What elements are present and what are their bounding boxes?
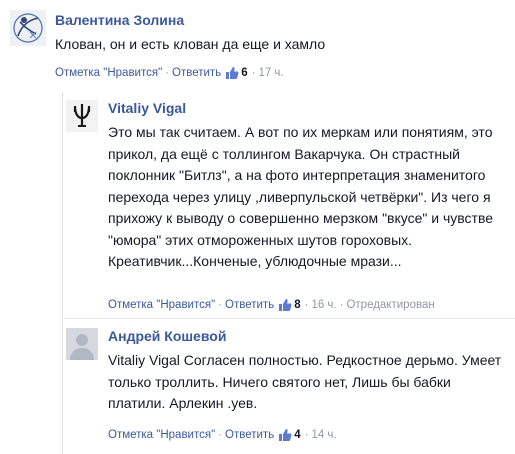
thumbs-up-icon[interactable] [278, 298, 292, 312]
like-link[interactable]: Отметка "Нравится" [108, 299, 215, 311]
trident-avatar-icon [66, 100, 98, 132]
separator-dot: · [304, 299, 309, 311]
timestamp[interactable]: 16 ч. [311, 299, 336, 311]
reply-link[interactable]: Ответить [172, 67, 221, 79]
reply-link[interactable]: Ответить [225, 429, 274, 441]
like-count: 6 [241, 67, 248, 79]
author-name[interactable]: Vitaliy Vigal [108, 100, 186, 116]
comment-divider [65, 318, 515, 319]
thumbs-up-icon[interactable] [225, 66, 239, 80]
comment-2: Vitaliy Vigal Это мы так считаем. А вот … [0, 92, 515, 317]
comment-3: Андрей Кошевой Vitaliy Vigal Согласен по… [0, 320, 515, 454]
like-link[interactable]: Отметка "Нравится" [55, 67, 162, 79]
author-name[interactable]: Валентина Золина [55, 12, 184, 28]
comment-actions: Отметка "Нравится" · Ответить 4 · 14 ч. [108, 428, 337, 442]
separator-dot: · [339, 299, 344, 311]
comment-1: Валентина Золина Клован, он и есть клова… [0, 0, 515, 90]
separator-dot: · [218, 429, 223, 441]
like-count: 8 [294, 299, 301, 311]
edited-label[interactable]: Отредактирован [346, 299, 434, 311]
comment-text: Vitaliy Vigal Согласен полностью. Редкос… [108, 352, 502, 411]
separator-dot: · [304, 429, 309, 441]
avatar-valentina[interactable] [10, 10, 46, 46]
default-avatar-icon [66, 328, 98, 360]
timestamp[interactable]: 14 ч. [311, 429, 336, 441]
separator-dot: · [165, 67, 170, 79]
reply-link[interactable]: Ответить [225, 299, 274, 311]
separator-dot: · [218, 299, 223, 311]
zodiac-avatar-icon [10, 10, 46, 46]
thumbs-up-icon[interactable] [278, 428, 292, 442]
comment-actions: Отметка "Нравится" · Ответить 6 · 17 ч. [55, 66, 284, 80]
comment-text: Клован, он и есть клован да еще и хамло [55, 36, 326, 52]
like-link[interactable]: Отметка "Нравится" [108, 429, 215, 441]
author-name[interactable]: Андрей Кошевой [108, 328, 226, 344]
timestamp[interactable]: 17 ч. [258, 67, 283, 79]
like-count: 4 [294, 429, 301, 441]
avatar-vitaliy[interactable] [66, 100, 98, 132]
comment-actions: Отметка "Нравится" · Ответить 8 · 16 ч. … [108, 298, 435, 312]
avatar-andrey[interactable] [66, 328, 98, 360]
comment-text: Это мы так считаем. А вот по их меркам и… [108, 124, 494, 269]
separator-dot: · [251, 67, 256, 79]
